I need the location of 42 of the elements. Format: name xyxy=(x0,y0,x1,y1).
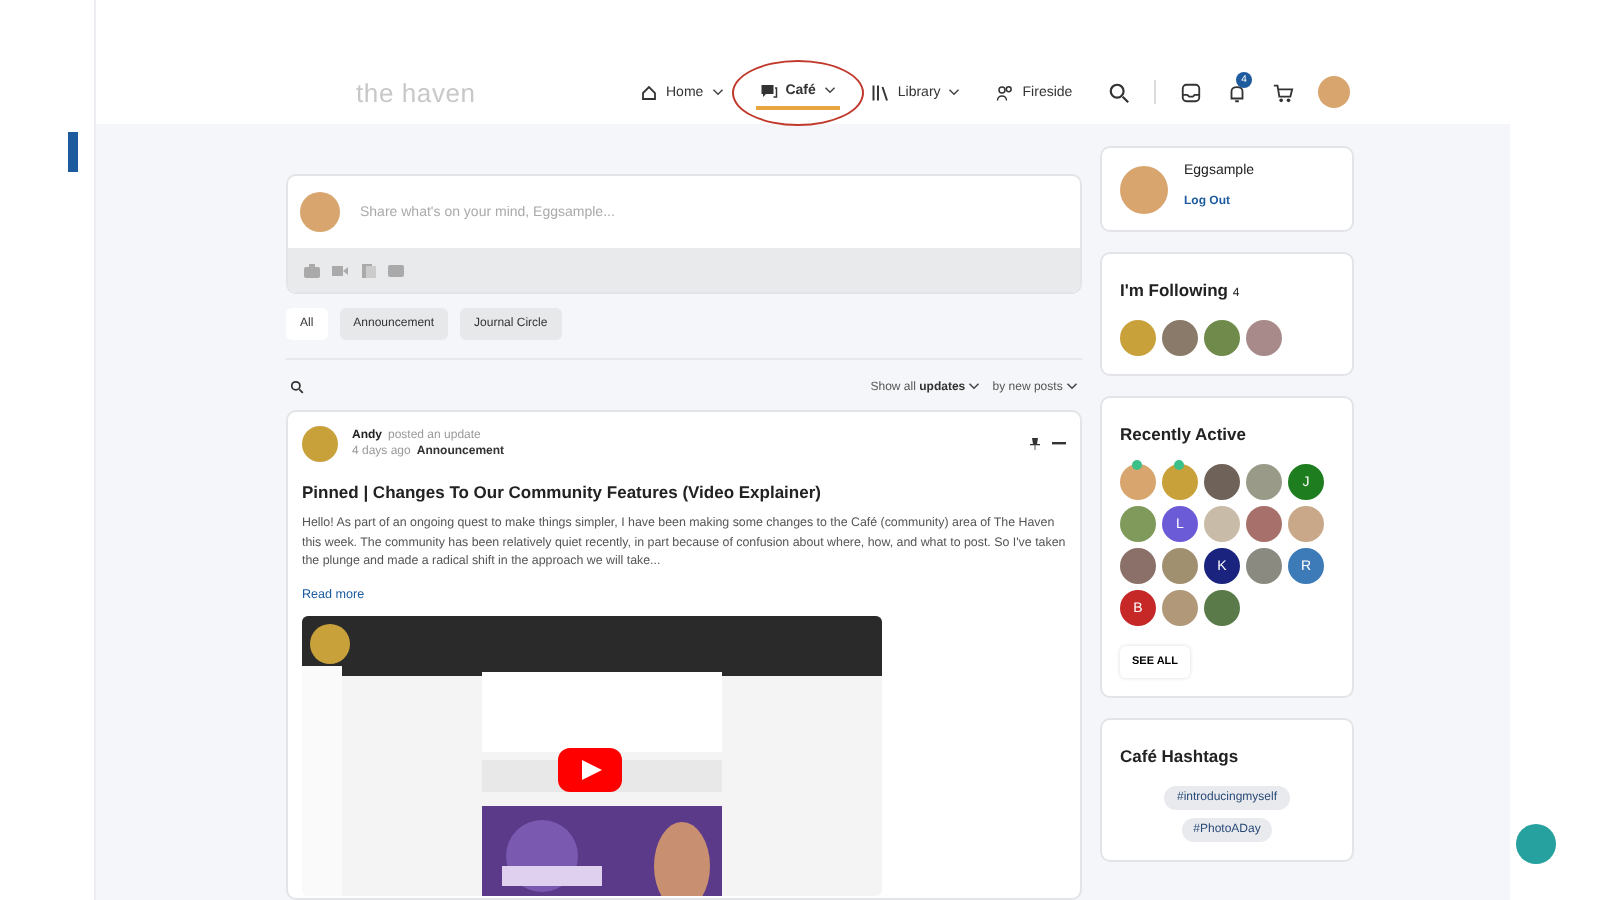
cart-icon[interactable] xyxy=(1272,81,1294,103)
recently-active-title: Recently Active xyxy=(1120,424,1248,444)
member-avatar[interactable] xyxy=(1120,320,1156,356)
people-icon xyxy=(996,83,1015,101)
search-icon[interactable] xyxy=(1108,81,1130,103)
books-icon xyxy=(871,83,890,101)
caret-icon xyxy=(711,88,724,96)
camera-icon[interactable] xyxy=(304,263,320,277)
member-avatar[interactable] xyxy=(1246,506,1282,542)
member-avatar[interactable] xyxy=(1120,506,1156,542)
member-avatar[interactable] xyxy=(1120,548,1156,584)
user-avatar[interactable] xyxy=(1120,165,1168,213)
search-icon[interactable] xyxy=(290,380,304,394)
caret-icon xyxy=(948,88,961,96)
author-avatar[interactable] xyxy=(302,426,338,462)
chat-icon xyxy=(759,81,778,99)
member-avatar[interactable] xyxy=(1162,590,1198,626)
member-avatar[interactable] xyxy=(1162,464,1198,500)
member-avatar[interactable] xyxy=(1204,464,1240,500)
post-title[interactable]: Pinned | Changes To Our Community Features (Video Explainer) xyxy=(302,482,1066,502)
member-avatar[interactable] xyxy=(1246,464,1282,500)
play-icon[interactable] xyxy=(558,747,622,791)
bell-icon[interactable] xyxy=(1226,81,1248,103)
inbox-icon[interactable] xyxy=(1180,81,1202,103)
hashtags-title: Café Hashtags xyxy=(1120,746,1241,766)
caret-icon xyxy=(968,381,981,389)
chat-button[interactable] xyxy=(1516,824,1556,864)
user-avatar xyxy=(300,192,340,232)
member-avatar[interactable] xyxy=(1162,548,1198,584)
member-avatar[interactable] xyxy=(1246,548,1282,584)
document-icon[interactable] xyxy=(360,263,376,277)
home-icon xyxy=(640,83,658,101)
member-avatar[interactable] xyxy=(1246,320,1282,356)
member-avatar[interactable] xyxy=(1204,590,1240,626)
member-avatar[interactable] xyxy=(1204,320,1240,356)
pin-icon xyxy=(1030,438,1040,450)
user-avatar[interactable] xyxy=(1318,76,1350,108)
member-avatar[interactable] xyxy=(1162,320,1198,356)
caret-icon xyxy=(823,86,836,94)
video-icon[interactable] xyxy=(332,263,348,277)
caret-icon xyxy=(1066,381,1078,389)
sidebar-marker xyxy=(68,132,78,172)
